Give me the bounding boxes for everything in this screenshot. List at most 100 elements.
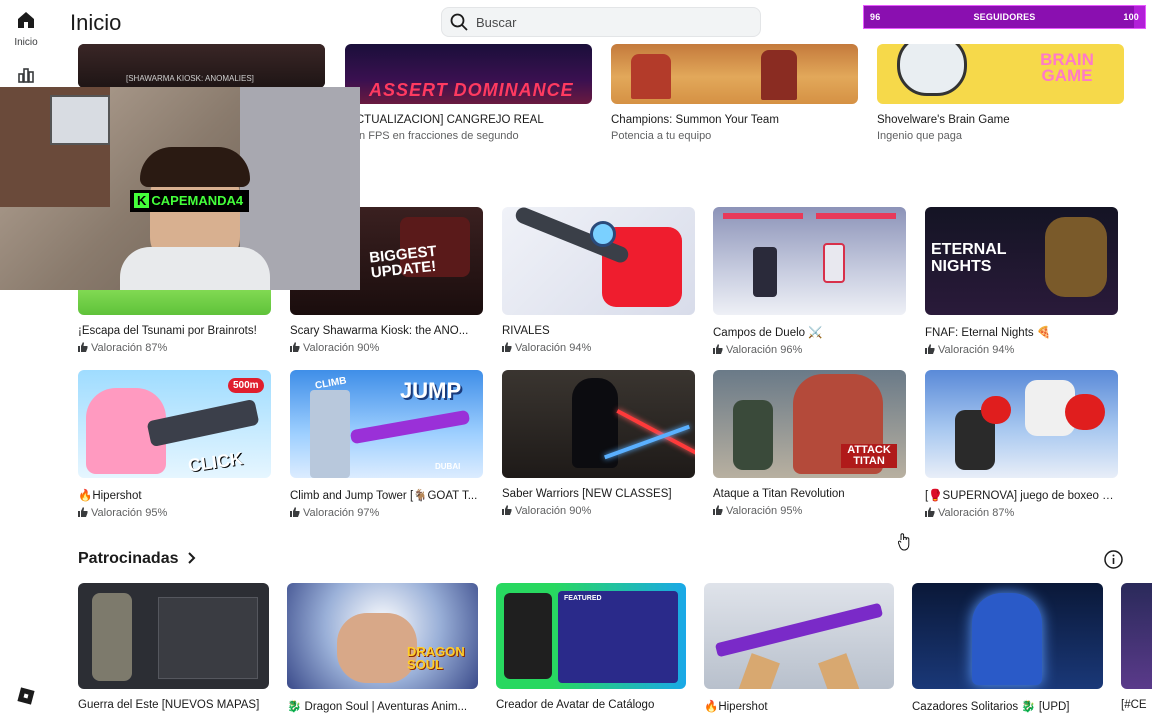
game-card[interactable]: Campos de Duelo ⚔️ Valoración 96% xyxy=(713,207,906,357)
thumbs-up-icon xyxy=(502,342,512,355)
thumb-caption: JUMP xyxy=(400,378,462,403)
rating-text: Valoración 90% xyxy=(303,342,380,354)
webcam-tag-text: CAPEMANDA xyxy=(151,193,236,208)
game-title: Saber Warriors [NEW CLASSES] xyxy=(502,488,672,500)
page-title: Inicio xyxy=(70,10,122,35)
game-card[interactable]: ASSERT DOMINANCE [ACTUALIZACIÓN] CANGREJ… xyxy=(345,44,592,142)
thumb-caption: DRAGON SOUL xyxy=(407,644,465,672)
thumbs-up-icon xyxy=(78,342,88,355)
game-subtitle: Ingenio que paga xyxy=(877,130,963,142)
game-rating: Valoración 95% xyxy=(713,505,906,518)
game-thumbnail: ETERNAL NIGHTS xyxy=(925,207,1118,315)
game-card[interactable]: [🥊SUPERNOVA] juego de boxeo si... Valora… xyxy=(925,370,1118,520)
game-card[interactable]: RIVALES Valoración 94% xyxy=(502,207,695,355)
game-title: Scary Shawarma Kiosk: the ANO... xyxy=(290,325,469,337)
rating-text: Valoración 96% xyxy=(726,344,803,356)
game-thumbnail xyxy=(1121,583,1152,689)
game-title: 🔥Hipershot xyxy=(704,701,768,713)
game-title: Cazadores Solitarios 🐉 [UPD] xyxy=(912,701,1070,713)
game-subtitle: Potencia a tu equipo xyxy=(611,130,712,142)
roblox-home-page: Inicio Inicio 96 SEGUIDORES 100 [SHA xyxy=(0,0,1152,720)
thumbs-up-icon xyxy=(290,342,300,355)
webcam-name-tag: K CAPEMANDA4 xyxy=(130,190,250,212)
rating-text: Valoración 87% xyxy=(91,342,168,354)
rail-home-item[interactable]: Inicio xyxy=(0,10,52,48)
followers-max: 100 xyxy=(1123,12,1139,22)
game-thumbnail xyxy=(611,44,858,104)
sponsored-card[interactable]: Guerra del Este [NUEVOS MAPAS] xyxy=(78,583,269,711)
sponsored-card[interactable]: 🔥Hipershot xyxy=(704,583,894,713)
game-title: 🐉 Dragon Soul | Aventuras Anim... xyxy=(287,701,468,713)
game-thumbnail xyxy=(78,583,269,689)
game-title: Ataque a Titan Revolution xyxy=(713,488,845,500)
game-thumbnail xyxy=(713,207,906,315)
game-thumbnail: [SHAWARMA KIOSK: ANOMALIES] xyxy=(78,44,325,88)
info-icon[interactable] xyxy=(1104,550,1123,574)
game-card[interactable]: [SHAWARMA KIOSK: ANOMALIES] xyxy=(78,44,325,88)
thumbs-up-icon xyxy=(78,507,88,520)
thumb-caption: BRAIN GAME xyxy=(1040,50,1094,85)
search-box[interactable] xyxy=(441,7,761,37)
game-title: Guerra del Este [NUEVOS MAPAS] xyxy=(78,699,260,711)
game-subtitle: ción FPS en fracciones de segundo xyxy=(345,130,519,142)
thumbs-up-icon xyxy=(925,344,935,357)
webcam-overlay xyxy=(0,87,360,290)
game-thumbnail xyxy=(502,370,695,478)
game-title: Creador de Avatar de Catálogo xyxy=(496,699,655,711)
game-title: FNAF: Eternal Nights 🍕 xyxy=(925,327,1052,339)
game-rating: Valoración 94% xyxy=(502,342,695,355)
game-title: [ACTUALIZACIÓN] CANGREJO REAL xyxy=(345,114,544,126)
game-rating: Valoración 87% xyxy=(925,507,1118,520)
game-thumbnail xyxy=(502,207,695,315)
webcam-tag-suffix: 4 xyxy=(235,193,244,208)
rating-text: Valoración 94% xyxy=(938,344,1015,356)
search-icon xyxy=(449,12,469,37)
thumb-caption: ATTACK TITAN xyxy=(841,444,897,468)
mouse-cursor-icon xyxy=(897,533,912,556)
sponsored-card[interactable]: FEATURED Creador de Avatar de Catálogo xyxy=(496,583,686,711)
game-card[interactable]: Champions: Summon Your Team Potencia a t… xyxy=(611,44,858,142)
thumb-badge: 500m xyxy=(228,378,264,393)
thumbs-up-icon xyxy=(713,344,723,357)
sponsored-card[interactable]: Cazadores Solitarios 🐉 [UPD] xyxy=(912,583,1103,713)
rating-text: Valoración 95% xyxy=(91,507,168,519)
thumbs-up-icon xyxy=(290,507,300,520)
thumb-caption: FEATURED xyxy=(564,595,602,602)
sponsored-card[interactable]: [#CE xyxy=(1121,583,1152,711)
game-rating: Valoración 87% xyxy=(78,342,271,355)
game-thumbnail xyxy=(912,583,1103,689)
game-card[interactable]: CLIMB JUMP DUBAI Climb and Jump Tower [🐐… xyxy=(290,370,483,520)
game-card[interactable]: 500m CLICK 🔥Hipershot Valoración 95% xyxy=(78,370,271,520)
game-rating: Valoración 97% xyxy=(290,507,483,520)
game-title: Campos de Duelo ⚔️ xyxy=(713,327,823,339)
game-card[interactable]: ETERNAL NIGHTS FNAF: Eternal Nights 🍕 Va… xyxy=(925,207,1118,357)
rating-text: Valoración 87% xyxy=(938,507,1015,519)
search-input[interactable] xyxy=(476,12,746,32)
thumb-caption: BIGGEST UPDATE! xyxy=(368,242,438,282)
game-thumbnail: FEATURED xyxy=(496,583,686,689)
thumbs-up-icon xyxy=(502,505,512,518)
game-card[interactable]: ATTACK TITAN Ataque a Titan Revolution V… xyxy=(713,370,906,518)
section-sponsored-header[interactable]: Patrocinadas xyxy=(78,550,197,569)
game-thumbnail xyxy=(925,370,1118,478)
followers-goal-bar: 96 SEGUIDORES 100 xyxy=(863,5,1146,29)
webcam-tag-logo: K xyxy=(134,193,150,208)
game-rating: Valoración 90% xyxy=(290,342,483,355)
game-thumbnail: DRAGON SOUL xyxy=(287,583,478,689)
rating-text: Valoración 95% xyxy=(726,505,803,517)
sponsored-card[interactable]: DRAGON SOUL 🐉 Dragon Soul | Aventuras An… xyxy=(287,583,478,713)
rail-charts-item[interactable] xyxy=(0,64,52,89)
chevron-right-icon xyxy=(187,551,197,569)
game-card[interactable]: Saber Warriors [NEW CLASSES] Valoración … xyxy=(502,370,695,518)
game-title: Shovelware's Brain Game xyxy=(877,114,1010,126)
thumb-caption: ASSERT DOMINANCE xyxy=(369,80,574,100)
game-title: [🥊SUPERNOVA] juego de boxeo si... xyxy=(925,490,1118,502)
rail-home-label: Inicio xyxy=(14,37,38,48)
game-card[interactable]: BRAIN GAME Shovelware's Brain Game Ingen… xyxy=(877,44,1124,142)
game-thumbnail: BRAIN GAME xyxy=(877,44,1124,104)
rating-text: Valoración 94% xyxy=(515,342,592,354)
home-icon xyxy=(16,12,36,34)
thumbs-up-icon xyxy=(925,507,935,520)
game-title: [#CE xyxy=(1121,699,1147,711)
roblox-logo-icon[interactable] xyxy=(0,686,52,711)
